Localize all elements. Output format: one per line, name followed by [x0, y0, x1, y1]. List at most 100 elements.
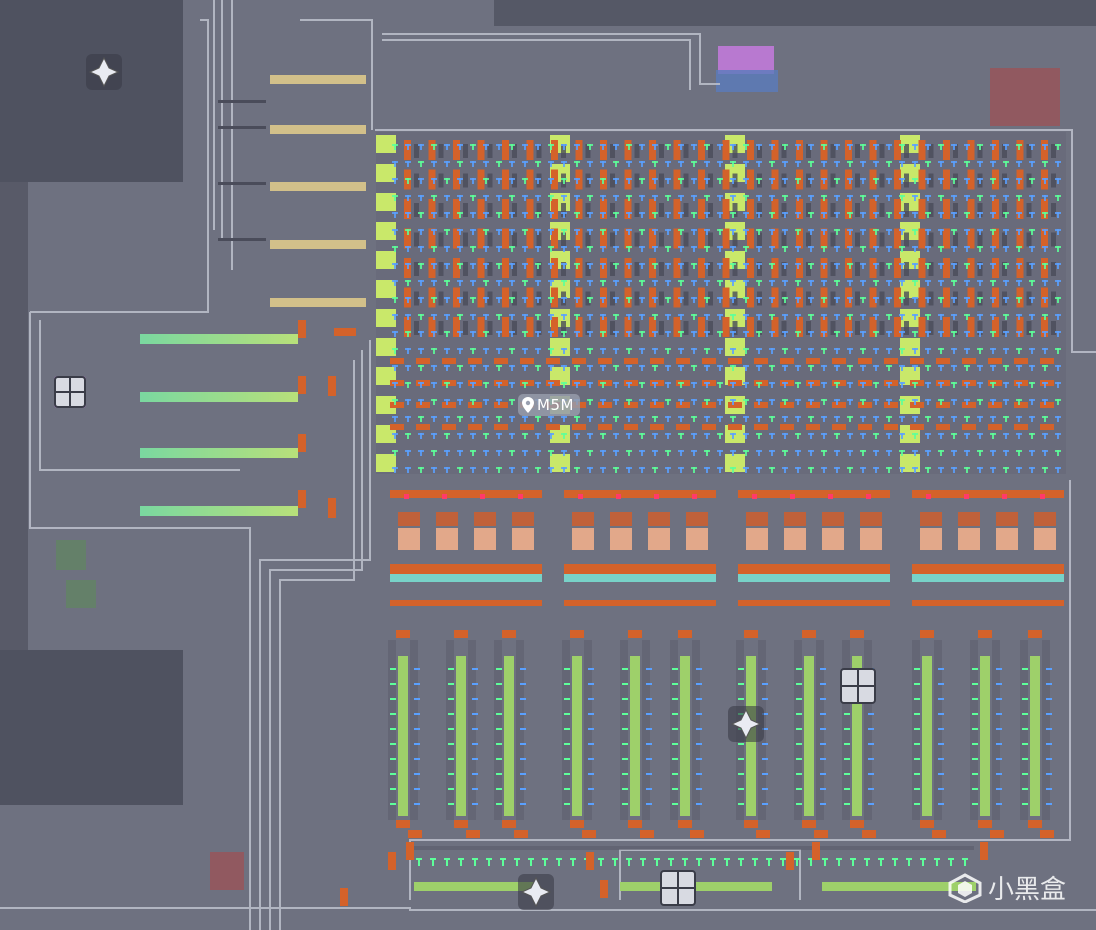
tick-mark	[966, 246, 968, 252]
tick-mark	[446, 382, 448, 388]
tick-mark	[972, 728, 978, 730]
tick-mark	[693, 246, 695, 252]
tick-mark	[810, 382, 812, 388]
tick-mark	[823, 280, 825, 286]
orange-belt-row	[390, 600, 542, 606]
tick-mark	[414, 758, 420, 760]
tick-mark	[693, 161, 695, 167]
tick-mark	[992, 212, 994, 218]
green-patch-2	[66, 580, 96, 608]
fan-icon[interactable]	[518, 874, 554, 910]
dark-post	[487, 144, 493, 158]
tick-mark	[1005, 433, 1007, 439]
tick-mark	[446, 195, 448, 201]
map-marker[interactable]: M5M	[518, 394, 580, 416]
tick-mark	[498, 416, 500, 422]
tick-mark	[407, 263, 409, 269]
tick-mark	[667, 178, 669, 184]
tick-mark	[745, 144, 747, 150]
tick-mark	[964, 858, 966, 866]
tick-mark	[433, 382, 435, 388]
tick-mark	[602, 144, 604, 150]
tick-mark	[940, 331, 942, 337]
tick-mark	[576, 433, 578, 439]
tick-mark	[615, 433, 617, 439]
tick-mark	[732, 382, 734, 388]
tick-mark	[459, 314, 461, 320]
tick-mark	[810, 433, 812, 439]
tick-mark	[745, 246, 747, 252]
dark-post	[855, 321, 860, 335]
tick-mark	[914, 212, 916, 218]
tick-mark	[667, 212, 669, 218]
tick-mark	[394, 280, 396, 286]
tick-mark	[732, 195, 734, 201]
tick-mark	[564, 668, 570, 670]
tick-mark	[576, 195, 578, 201]
tick-mark	[862, 229, 864, 235]
void-top-right	[494, 0, 1096, 26]
factory-map[interactable]	[0, 0, 1096, 930]
orange-inserter	[520, 424, 534, 430]
dark-post	[708, 144, 713, 158]
tick-mark	[914, 788, 920, 790]
orange-inserter	[526, 317, 534, 337]
fan-icon[interactable]	[728, 706, 764, 742]
tick-mark	[996, 713, 1002, 715]
tick-mark	[940, 365, 942, 371]
tick-mark	[524, 178, 526, 184]
tick-mark	[844, 743, 850, 745]
storage-box-icon[interactable]	[54, 376, 86, 408]
teal-conveyor	[912, 574, 1064, 582]
tick-mark	[628, 467, 630, 473]
tick-mark	[972, 743, 978, 745]
tick-mark	[615, 229, 617, 235]
tick-mark	[394, 212, 396, 218]
tick-mark	[602, 450, 604, 456]
tick-mark	[680, 331, 682, 337]
tick-mark	[979, 161, 981, 167]
tick-mark	[502, 858, 504, 866]
tick-mark	[602, 382, 604, 388]
tick-mark	[797, 433, 799, 439]
fan-icon[interactable]	[86, 54, 122, 90]
tick-mark	[875, 416, 877, 422]
lime-block	[376, 338, 396, 356]
tick-mark	[972, 668, 978, 670]
tick-mark	[696, 803, 702, 805]
tick-mark	[771, 365, 773, 371]
tick-mark	[820, 788, 826, 790]
tick-mark	[498, 365, 500, 371]
tick-mark	[485, 399, 487, 405]
orange-inserter	[728, 424, 742, 430]
tick-mark	[472, 713, 478, 715]
tick-mark	[784, 263, 786, 269]
tick-mark	[446, 399, 448, 405]
orange-inserter	[340, 888, 348, 906]
dark-post	[659, 232, 664, 247]
tick-mark	[823, 246, 825, 252]
tick-mark	[448, 713, 454, 715]
tick-mark	[758, 433, 760, 439]
orange-inserter	[551, 317, 558, 337]
lime-block	[725, 338, 745, 356]
tick-mark	[680, 178, 682, 184]
tick-mark	[732, 348, 734, 354]
tick-mark	[823, 348, 825, 354]
tick-mark	[875, 297, 877, 303]
storage-box-icon[interactable]	[840, 668, 876, 704]
storage-box-icon[interactable]	[660, 870, 696, 906]
dark-post	[879, 291, 885, 306]
tick-mark	[420, 229, 422, 235]
tick-mark	[820, 803, 826, 805]
dark-post	[928, 203, 934, 217]
tick-mark	[496, 803, 502, 805]
tick-mark	[641, 348, 643, 354]
tick-mark	[810, 195, 812, 201]
tick-mark	[498, 263, 500, 269]
tick-mark	[901, 297, 903, 303]
machine-body	[996, 528, 1018, 550]
tick-mark	[862, 433, 864, 439]
tick-mark	[979, 382, 981, 388]
tick-mark	[732, 467, 734, 473]
